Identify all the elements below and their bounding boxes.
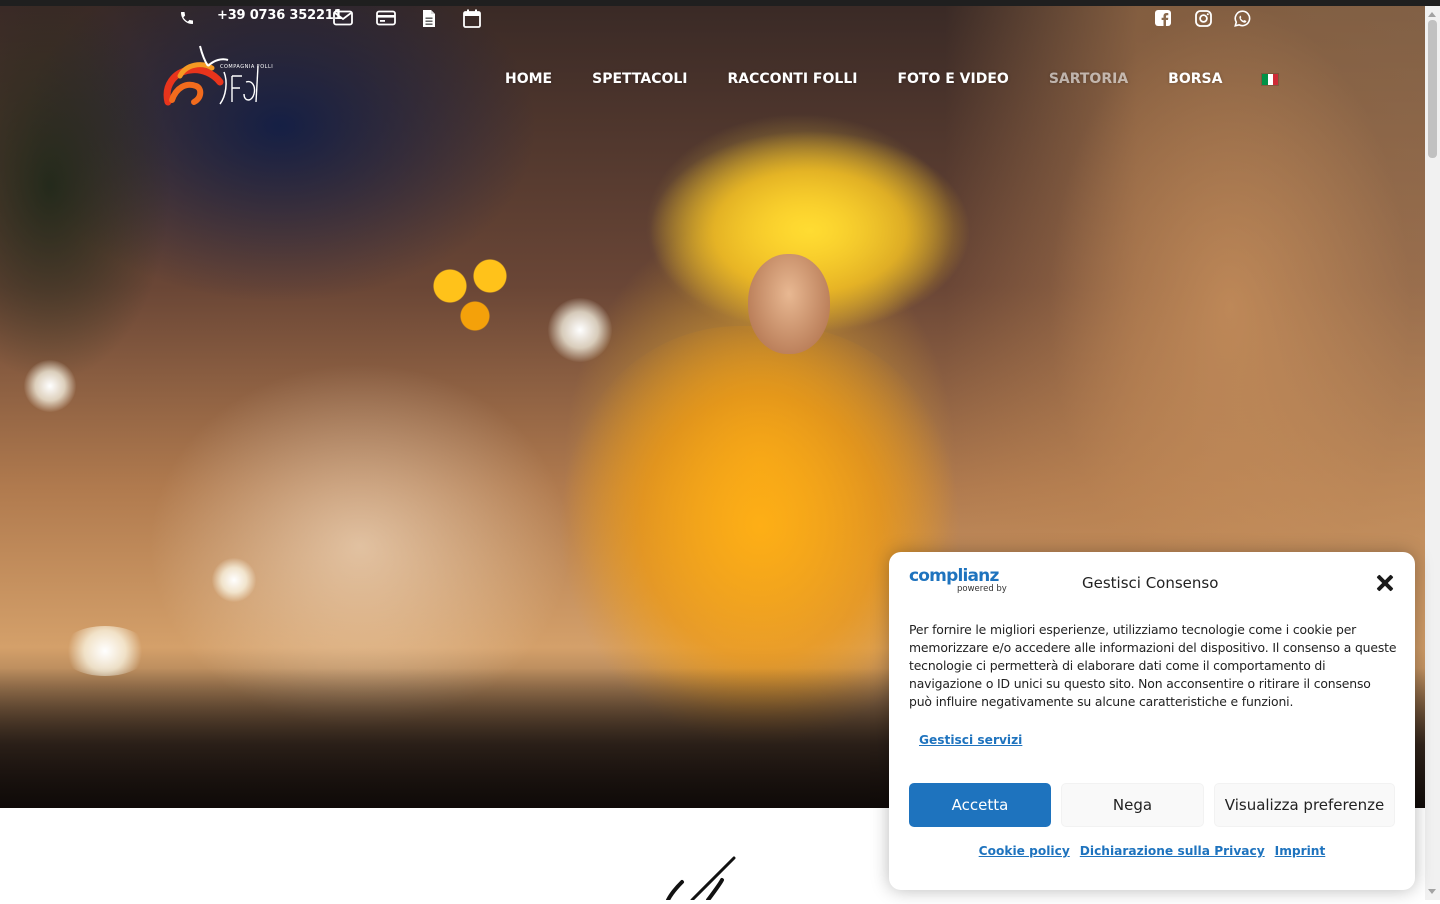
accept-button[interactable]: Accetta: [909, 783, 1051, 827]
scroll-down-arrow-icon[interactable]: [1428, 889, 1436, 894]
envelope-icon[interactable]: [333, 8, 353, 28]
italy-flag-icon[interactable]: [1262, 73, 1279, 85]
credit-card-icon[interactable]: [376, 8, 396, 28]
main-nav: HOME SPETTACOLI RACCONTI FOLLI FOTO E VI…: [505, 68, 1279, 90]
hero-lamp: [212, 558, 256, 602]
nav-item-spettacoli[interactable]: SPETTACOLI: [592, 71, 687, 87]
view-preferences-button[interactable]: Visualizza preferenze: [1214, 783, 1395, 827]
imprint-link[interactable]: Imprint: [1275, 844, 1326, 858]
nav-item-sartoria[interactable]: SARTORIA: [1049, 71, 1128, 87]
hero-face: [748, 254, 830, 354]
hero-lamp: [548, 298, 612, 362]
manage-services-link[interactable]: Gestisci servizi: [919, 733, 1022, 747]
scroll-up-arrow-icon[interactable]: [1428, 12, 1436, 17]
cookie-consent-dialog: complianz powered by Gestisci Consenso P…: [889, 552, 1415, 890]
whatsapp-icon[interactable]: [1234, 8, 1251, 28]
hero-lamp: [24, 360, 76, 412]
cookie-policy-links: Cookie policy Dichiarazione sulla Privac…: [889, 844, 1415, 858]
close-icon[interactable]: [1376, 574, 1394, 592]
deny-button[interactable]: Nega: [1061, 783, 1204, 827]
facebook-icon[interactable]: [1155, 8, 1171, 28]
page-scrollbar[interactable]: [1425, 6, 1440, 900]
nav-item-borsa[interactable]: BORSA: [1168, 71, 1222, 87]
flag-red-stripe: [1273, 73, 1279, 85]
calendar-icon[interactable]: [463, 8, 481, 28]
nav-item-racconti-folli[interactable]: RACCONTI FOLLI: [728, 71, 858, 87]
scroll-thumb[interactable]: [1428, 20, 1437, 158]
cookie-dialog-title: Gestisci Consenso: [1082, 574, 1219, 592]
hero-sunflowers: [420, 246, 520, 356]
logo-text: COMPAGNIA FOLLI: [220, 64, 274, 70]
document-icon[interactable]: [421, 8, 437, 28]
phone-icon[interactable]: [179, 8, 195, 28]
cookie-policy-link[interactable]: Cookie policy: [979, 844, 1070, 858]
cookie-dialog-text: Per fornire le migliori esperienze, util…: [909, 622, 1397, 709]
nav-item-home[interactable]: HOME: [505, 71, 552, 87]
signature-mark-icon: [650, 852, 750, 902]
complianz-brand: complianz: [909, 566, 999, 586]
instagram-icon[interactable]: [1195, 8, 1212, 28]
complianz-powered-by: powered by: [957, 584, 1007, 594]
privacy-statement-link[interactable]: Dichiarazione sulla Privacy: [1080, 844, 1265, 858]
nav-item-foto-e-video[interactable]: FOTO E VIDEO: [897, 71, 1008, 87]
site-logo[interactable]: COMPAGNIA FOLLI: [162, 42, 273, 108]
phone-number[interactable]: +39 0736 352211: [217, 8, 343, 24]
complianz-logo: complianz powered by: [909, 566, 1011, 594]
